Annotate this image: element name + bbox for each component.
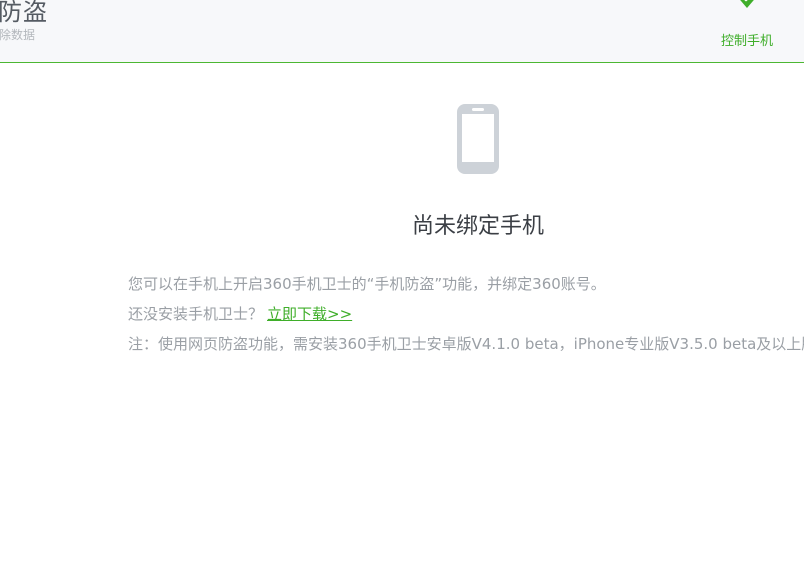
info-line-note: 注：使用网页防盗功能，需安装360手机卫士安卓版V4.1.0 beta，iPho…	[128, 335, 804, 353]
tab-control-phone[interactable]: 控制手机	[712, 0, 782, 62]
page-header: 防盗 除数据 控制手机	[0, 0, 804, 63]
page-title: 防盗	[0, 0, 48, 26]
info-line-bind-instructions: 您可以在手机上开启360手机卫士的“手机防盗”功能，并绑定360账号。	[128, 275, 606, 293]
tab-control-phone-label: 控制手机	[720, 34, 773, 49]
location-pin-icon	[740, 0, 754, 8]
phone-icon	[457, 104, 499, 174]
info-block: 您可以在手机上开启360手机卫士的“手机防盗”功能，并绑定360账号。 还没安装…	[128, 272, 804, 362]
empty-state-title: 尚未绑定手机	[411, 214, 544, 239]
info-line-download: 还没安装手机卫士？ 立即下载>>	[128, 302, 804, 332]
download-link[interactable]: 立即下载>>	[267, 305, 352, 323]
page-subtitle: 除数据	[0, 28, 36, 42]
anti-theft-page: 防盗 除数据 控制手机 尚未绑定手机 您可以在手机上开启360手机卫士的“手机防…	[0, 0, 804, 564]
install-prompt-text: 还没安装手机卫士？	[128, 305, 264, 323]
